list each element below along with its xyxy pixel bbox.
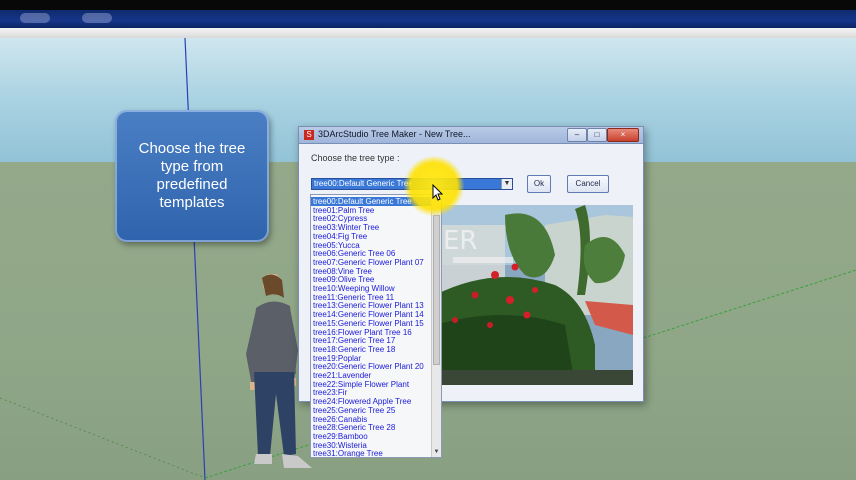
tree-type-label: Choose the tree type : <box>311 153 400 163</box>
tooltip-callout: Choose the tree type from predefined tem… <box>115 110 269 242</box>
dropdown-option[interactable]: tree25:Generic Tree 25 <box>313 406 395 415</box>
scrollbar-thumb[interactable] <box>433 215 440 365</box>
dropdown-option[interactable]: tree24:Flowered Apple Tree <box>313 397 411 406</box>
close-button[interactable]: × <box>607 128 639 142</box>
ok-button[interactable]: Ok <box>527 175 551 193</box>
toolbar-button-icon[interactable] <box>82 13 112 23</box>
mouse-pointer-icon <box>432 184 444 201</box>
dropdown-option[interactable]: tree20:Generic Flower Plant 20 <box>313 362 424 371</box>
dropdown-option[interactable]: tree29:Bamboo <box>313 432 368 441</box>
toolbar-button-icon[interactable] <box>20 13 50 23</box>
dropdown-option[interactable]: tree18:Generic Tree 18 <box>313 345 395 354</box>
dropdown-option[interactable]: tree16:Flower Plant Tree 16 <box>313 328 412 337</box>
tree-type-dropdown-list[interactable]: tree00:Default Generic Tree tree01:Palm T… <box>310 194 442 458</box>
chevron-down-icon[interactable]: ▼ <box>501 179 512 189</box>
dropdown-option[interactable]: tree21:Lavender <box>313 371 371 380</box>
dropdown-option[interactable]: tree10:Weeping Willow <box>313 284 395 293</box>
dialog-titlebar[interactable]: S 3DArcStudio Tree Maker - New Tree... –… <box>299 127 643 144</box>
3d-viewport[interactable]: Choose the tree type from predefined tem… <box>0 38 856 480</box>
screen-top-band <box>0 0 856 10</box>
maximize-button[interactable]: □ <box>587 128 607 142</box>
dropdown-option[interactable]: tree15:Generic Flower Plant 15 <box>313 319 424 328</box>
dropdown-option[interactable]: tree04:Fig Tree <box>313 232 367 241</box>
cancel-button[interactable]: Cancel <box>567 175 609 193</box>
dropdown-option[interactable]: tree30:Wisteria <box>313 441 367 450</box>
dialog-title: 3DArcStudio Tree Maker - New Tree... <box>318 129 471 139</box>
dropdown-option[interactable]: tree09:Olive Tree <box>313 275 374 284</box>
dropdown-option[interactable]: tree13:Generic Flower Plant 13 <box>313 301 424 310</box>
dropdown-option[interactable]: tree23:Fir <box>313 388 347 397</box>
dropdown-option[interactable]: tree19:Poplar <box>313 354 361 363</box>
dropdown-option[interactable]: tree11:Generic Tree 11 <box>313 293 394 302</box>
tree-preview-image: ER <box>435 205 633 385</box>
dropdown-option[interactable]: tree05:Yucca <box>313 241 360 250</box>
preview-watermark: ER <box>443 226 478 256</box>
dropdown-option[interactable]: tree03:Winter Tree <box>313 223 379 232</box>
dropdown-option[interactable]: tree14:Generic Flower Plant 14 <box>313 310 424 319</box>
blue-axis-line <box>184 38 206 480</box>
green-axis-line-left <box>0 397 206 479</box>
toolbar <box>0 10 856 28</box>
dropdown-option[interactable]: tree02:Cypress <box>313 214 367 223</box>
callout-text: Choose the tree type from predefined tem… <box>138 140 246 211</box>
tree-type-selected-value: tree00:Default Generic Tree <box>314 179 413 188</box>
minimize-button[interactable]: – <box>567 128 587 142</box>
dropdown-option[interactable]: tree28:Generic Tree 28 <box>313 423 395 432</box>
dropdown-scrollbar[interactable]: ▲ ▼ <box>431 195 441 457</box>
dropdown-option[interactable]: tree01:Palm Tree <box>313 206 374 215</box>
dropdown-option[interactable]: tree17:Generic Tree 17 <box>313 336 395 345</box>
dropdown-option[interactable]: tree31:Orange Tree <box>313 449 383 457</box>
dropdown-option[interactable]: tree08:Vine Tree <box>313 267 372 276</box>
dropdown-option[interactable]: tree26:Canabis <box>313 415 367 424</box>
sketchup-app-icon: S <box>304 130 314 140</box>
dropdown-option[interactable]: tree22:Simple Flower Plant <box>313 380 409 389</box>
dropdown-option[interactable]: tree06:Generic Tree 06 <box>313 249 395 258</box>
dropdown-option[interactable]: tree07:Generic Flower Plant 07 <box>313 258 424 267</box>
scroll-down-icon[interactable]: ▼ <box>432 448 441 457</box>
